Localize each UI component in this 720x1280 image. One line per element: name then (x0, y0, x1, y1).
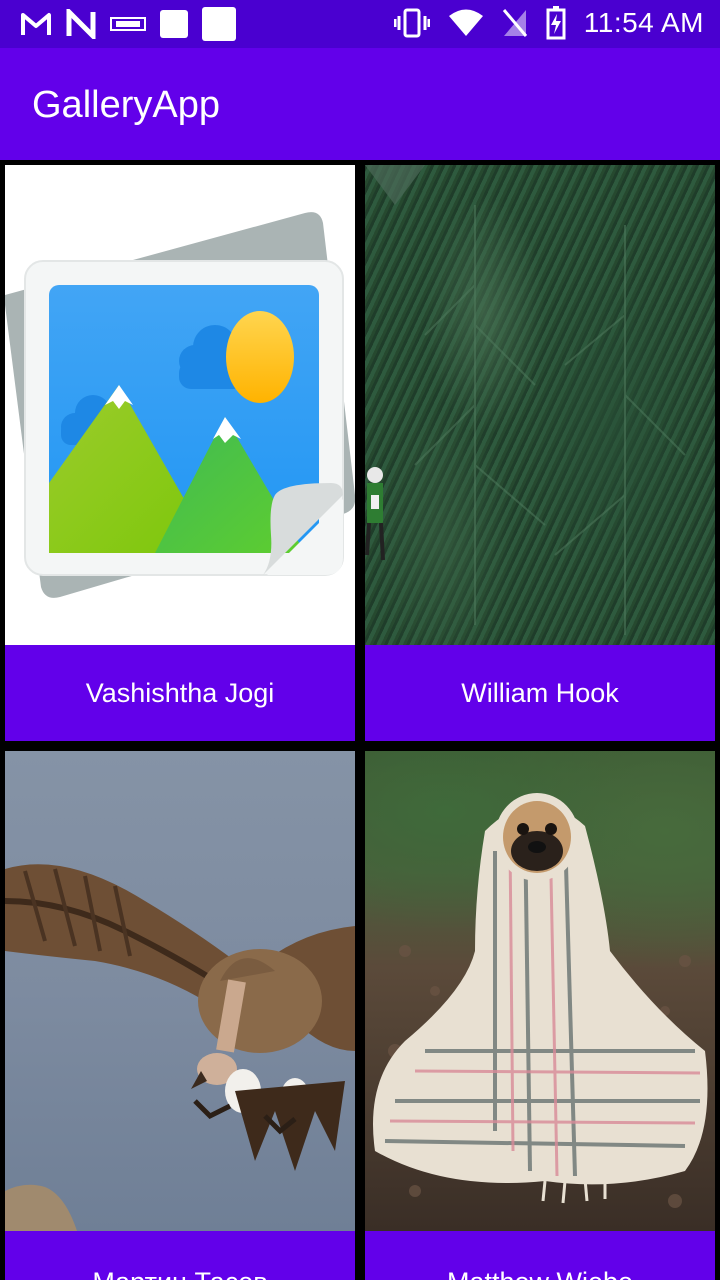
gallery-card[interactable]: Vashishtha Jogi (5, 165, 355, 741)
vibrate-icon (393, 8, 430, 38)
status-right-icons: 11:54 AM (393, 6, 704, 40)
placeholder-gallery-icon (5, 165, 355, 645)
pine-forest-photo (365, 165, 715, 645)
pug-in-blanket-photo (365, 751, 715, 1231)
wifi-icon (448, 9, 483, 36)
notification-icon (110, 17, 146, 31)
gallery-card-author: Vashishtha Jogi (5, 645, 355, 741)
status-bar: 11:54 AM (0, 0, 720, 48)
status-time: 11:54 AM (583, 7, 704, 38)
battery-charging-icon (546, 6, 566, 40)
gallery-card[interactable]: Matthew Wiebe (365, 751, 715, 1280)
gallery-card-author: Matthew Wiebe (365, 1231, 715, 1280)
gallery-card[interactable]: William Hook (365, 165, 715, 741)
gmail-icon (21, 13, 51, 35)
app-bar: GalleryApp (0, 48, 720, 160)
gallery-card-author: Мартин Тасев (5, 1231, 355, 1280)
gallery-card-author: William Hook (365, 645, 715, 741)
vulture-photo (5, 751, 355, 1231)
app-title: GalleryApp (32, 84, 220, 126)
square-notification-icon (160, 10, 188, 38)
gallery-card[interactable]: Мартин Тасев (5, 751, 355, 1280)
square-notification-icon (202, 7, 236, 41)
n-app-icon (66, 9, 96, 39)
no-sim-icon (502, 9, 527, 37)
status-left-icons (20, 7, 236, 41)
